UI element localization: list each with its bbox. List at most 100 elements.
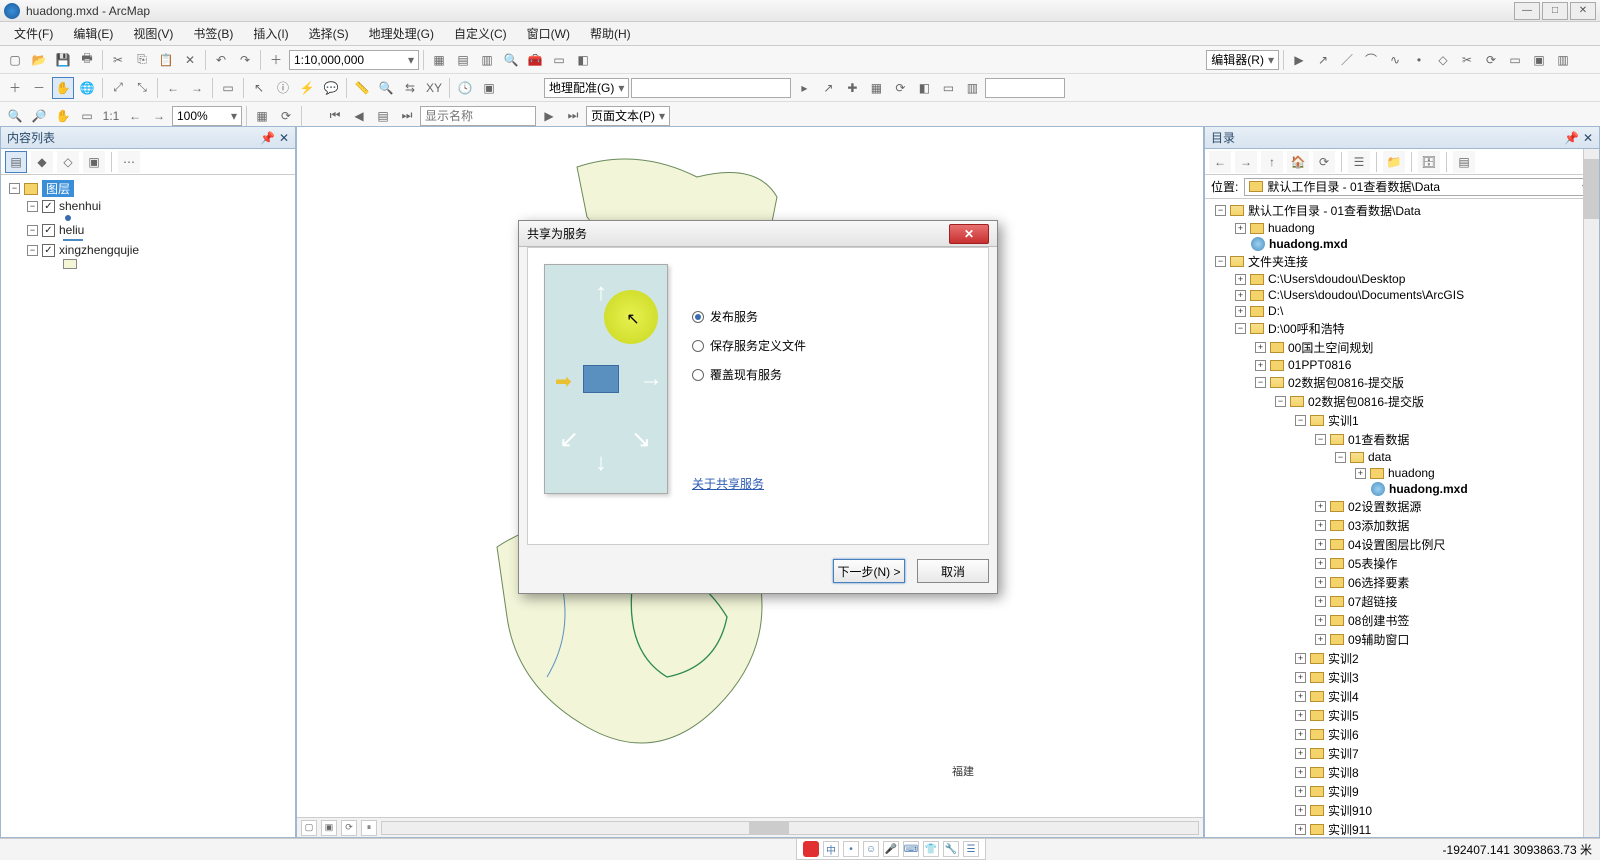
python-icon[interactable]: ▭ xyxy=(548,49,570,71)
data-driven-icon[interactable]: ▦ xyxy=(251,105,273,127)
tree-toggle[interactable]: + xyxy=(1235,306,1246,317)
undo-icon[interactable]: ↶ xyxy=(210,49,232,71)
tree-toggle[interactable]: − xyxy=(1295,415,1306,426)
zoom-in-icon[interactable]: ＋ xyxy=(4,77,26,99)
edit-sketch-icon[interactable]: ▣ xyxy=(1528,49,1550,71)
dialog-titlebar[interactable]: 共享为服务 ✕ xyxy=(519,221,997,247)
edit-split-icon[interactable]: ✂ xyxy=(1456,49,1478,71)
tree-toggle[interactable]: + xyxy=(1315,520,1326,531)
tree-item[interactable]: 03添加数据 xyxy=(1348,517,1409,534)
layout-100-icon[interactable]: 1:1 xyxy=(100,105,122,127)
catalog-vscrollbar[interactable] xyxy=(1583,149,1599,837)
tree-toggle[interactable]: + xyxy=(1235,290,1246,301)
tree-toggle[interactable]: + xyxy=(1255,360,1266,371)
tree-item[interactable]: 09辅助窗口 xyxy=(1348,631,1409,648)
tree-item[interactable]: 00国土空间规划 xyxy=(1288,339,1373,356)
ime-toolbar[interactable]: 中 • ☺ 🎤 ⌨ 👕 🔧 ☰ xyxy=(796,838,986,860)
edit-attr-icon[interactable]: ▭ xyxy=(1504,49,1526,71)
tree-item[interactable]: 05表操作 xyxy=(1348,555,1397,572)
add-data-icon[interactable]: ＋ xyxy=(265,49,287,71)
hyperlink-icon[interactable]: ⚡ xyxy=(296,77,318,99)
tree-item[interactable]: 实训2 xyxy=(1328,650,1359,667)
edit-arc-icon[interactable]: ⌒ xyxy=(1360,49,1382,71)
new-doc-icon[interactable]: ▢ xyxy=(4,49,26,71)
tree-item[interactable]: 01PPT0816 xyxy=(1288,358,1351,372)
tree-item[interactable]: huadong.mxd xyxy=(1389,482,1468,496)
tree-toggle[interactable]: − xyxy=(1255,377,1266,388)
toc-list-by-selection-icon[interactable]: ▣ xyxy=(83,151,105,173)
menu-select[interactable]: 选择(S) xyxy=(301,23,357,44)
catalog-icon[interactable]: ▥ xyxy=(476,49,498,71)
tree-toggle[interactable]: + xyxy=(1315,634,1326,645)
layer-toggle[interactable]: − xyxy=(27,225,38,236)
tree-toggle[interactable]: + xyxy=(1295,786,1306,797)
ime-tool-icon[interactable]: 🔧 xyxy=(943,841,959,857)
menu-view[interactable]: 视图(V) xyxy=(125,23,181,44)
menu-geoprocessing[interactable]: 地理处理(G) xyxy=(361,23,442,44)
arctoolbox-icon[interactable]: 🧰 xyxy=(524,49,546,71)
find-route-icon[interactable]: ⇆ xyxy=(399,77,421,99)
ime-punct-icon[interactable]: • xyxy=(843,841,859,857)
tree-toggle[interactable]: + xyxy=(1295,691,1306,702)
toc-pin-icon[interactable]: 📌 xyxy=(260,131,275,145)
tree-toggle[interactable]: + xyxy=(1355,468,1366,479)
tree-item[interactable]: 实训910 xyxy=(1328,802,1372,819)
layout-whole-page-icon[interactable]: ▭ xyxy=(76,105,98,127)
edit-line-icon[interactable]: ／ xyxy=(1336,49,1358,71)
georef-tool5-icon[interactable]: ⟳ xyxy=(889,77,911,99)
layout-zoom-combo[interactable]: 100% xyxy=(172,106,242,126)
minimize-button[interactable]: — xyxy=(1514,2,1540,20)
ime-lang[interactable]: 中 xyxy=(823,841,839,857)
georef-tool8-icon[interactable]: ▥ xyxy=(961,77,983,99)
paste-icon[interactable]: 📋 xyxy=(155,49,177,71)
tree-toggle[interactable]: + xyxy=(1315,615,1326,626)
layer-toggle[interactable]: − xyxy=(27,245,38,256)
layer-xingzhengqujie[interactable]: xingzhengqujie xyxy=(59,243,139,257)
tree-item[interactable]: 实训4 xyxy=(1328,688,1359,705)
tree-item[interactable]: 实训5 xyxy=(1328,707,1359,724)
tree-toggle[interactable]: + xyxy=(1315,558,1326,569)
georef-tool4-icon[interactable]: ▦ xyxy=(865,77,887,99)
tree-toggle[interactable]: + xyxy=(1295,672,1306,683)
about-share-link[interactable]: 关于共享服务 xyxy=(692,475,972,492)
cat-up-icon[interactable]: ↑ xyxy=(1261,151,1283,173)
fixed-zoom-in-icon[interactable]: ⤢ xyxy=(107,77,129,99)
layout-next-icon[interactable]: → xyxy=(148,105,170,127)
tree-item[interactable]: 文件夹连接 xyxy=(1248,253,1308,270)
edit-more-icon[interactable]: ▥ xyxy=(1552,49,1574,71)
pan-icon[interactable]: ✋ xyxy=(52,77,74,99)
edit-tool-icon[interactable]: ▶ xyxy=(1288,49,1310,71)
tree-toggle[interactable]: + xyxy=(1315,596,1326,607)
cat-fwd-icon[interactable]: → xyxy=(1235,151,1257,173)
measure-icon[interactable]: 📏 xyxy=(351,77,373,99)
tree-toggle[interactable]: + xyxy=(1235,223,1246,234)
toc-list-by-visibility-icon[interactable]: ◇ xyxy=(57,151,79,173)
edit-trace-icon[interactable]: ∿ xyxy=(1384,49,1406,71)
dialog-close-button[interactable]: ✕ xyxy=(949,224,989,244)
toc-root-toggle[interactable]: − xyxy=(9,183,20,194)
menu-help[interactable]: 帮助(H) xyxy=(582,23,639,44)
toc-icon[interactable]: ▤ xyxy=(452,49,474,71)
redo-icon[interactable]: ↷ xyxy=(234,49,256,71)
tree-item[interactable]: D:\ xyxy=(1268,304,1283,318)
radio-publish[interactable]: 发布服务 xyxy=(692,308,972,325)
tree-toggle[interactable]: − xyxy=(1315,434,1326,445)
cat-options-icon[interactable]: ▤ xyxy=(1453,151,1475,173)
georef-tool3-icon[interactable]: ✚ xyxy=(841,77,863,99)
georef-tool1-icon[interactable]: ▸ xyxy=(793,77,815,99)
tree-toggle[interactable]: + xyxy=(1255,342,1266,353)
menu-file[interactable]: 文件(F) xyxy=(6,23,61,44)
layout-zoom-in-icon[interactable]: 🔍 xyxy=(4,105,26,127)
tree-toggle[interactable]: + xyxy=(1295,729,1306,740)
menu-window[interactable]: 窗口(W) xyxy=(519,23,578,44)
ime-voice-icon[interactable]: 🎤 xyxy=(883,841,899,857)
menu-insert[interactable]: 插入(I) xyxy=(245,23,296,44)
refresh-icon[interactable]: ⟳ xyxy=(275,105,297,127)
cat-refresh-icon[interactable]: ⟳ xyxy=(1313,151,1335,173)
delete-icon[interactable]: ✕ xyxy=(179,49,201,71)
tree-item[interactable]: huadong xyxy=(1388,466,1435,480)
edit-arrow-icon[interactable]: ↗ xyxy=(1312,49,1334,71)
ime-keyboard-icon[interactable]: ⌨ xyxy=(903,841,919,857)
tree-item[interactable]: C:\Users\doudou\Documents\ArcGIS xyxy=(1268,288,1464,302)
model-builder-icon[interactable]: ◧ xyxy=(572,49,594,71)
